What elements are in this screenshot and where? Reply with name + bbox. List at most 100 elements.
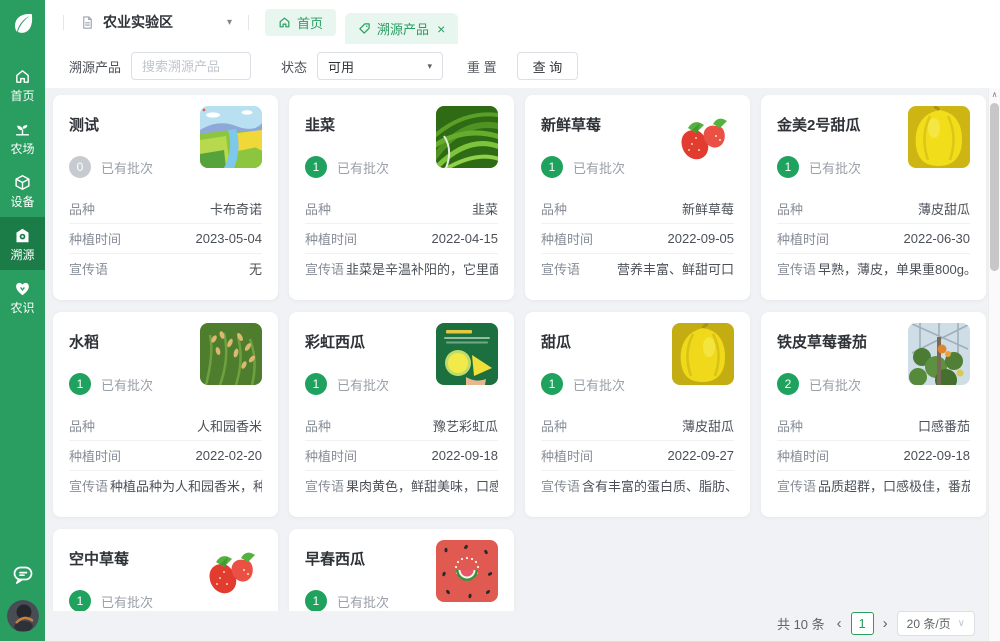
product-title: 水稻 [69,326,209,352]
batch-count-badge: 1 [541,156,563,178]
batch-label: 已有批次 [101,592,153,611]
divider [248,15,249,30]
batch-label: 已有批次 [101,375,153,394]
prev-page-button[interactable]: ‹ [837,616,842,631]
org-document-icon [80,15,95,30]
sidebar-item-knowledge[interactable]: 农识 [0,270,45,323]
field-value: 2022-09-18 [432,448,499,463]
product-image-rainbow-watermelon-poster [436,323,498,385]
card-field-row: 宣传语 营养丰富、鲜甜可口 [541,253,734,283]
field-value: 口感番茄 [918,416,970,435]
chevron-down-icon: ▾ [181,17,232,28]
product-card[interactable]: 水稻 1 已有批次 品种 人和园香米 种植时间 2022-02-20 宣传语 种… [53,312,278,517]
product-title: 铁皮草莓番茄 [777,326,917,352]
field-value: 2022-06-30 [904,231,971,246]
card-field-row: 品种 卡布奇诺 [69,193,262,223]
user-avatar[interactable] [7,600,39,632]
batch-count-badge: 0 [69,156,91,178]
page-size-select[interactable]: 20 条/页 ∨ [897,611,975,636]
field-label: 宣传语 [69,259,108,278]
product-image-melon-photo [672,323,734,385]
current-page-button[interactable]: 1 [851,612,874,635]
filter-bar: 溯源产品 状态 可用 ▾ 重 置 查 询 [45,44,1000,88]
field-value: 韭菜是辛温补阳的，它里面含有微... [346,259,498,278]
divider [63,15,64,30]
field-value: 种植品种为人和园香米，种植品类... [110,476,262,495]
page-size-value: 20 条/页 [907,615,951,632]
field-value: 2022-09-27 [668,448,735,463]
field-label: 品种 [69,199,95,218]
sidebar-item-trace[interactable]: 溯源 [0,217,45,270]
product-card[interactable]: 早春西瓜 1 已有批次 [289,529,514,611]
field-label: 品种 [305,199,331,218]
next-page-button[interactable]: › [883,616,888,631]
top-bar: 农业实验区 ▾ 首页 溯源产品 × [45,0,1000,44]
product-card[interactable]: 测试 0 已有批次 品种 卡布奇诺 种植时间 2023-05-04 宣传语 无 [53,95,278,300]
product-card[interactable]: 彩虹西瓜 1 已有批次 品种 豫艺彩虹瓜 种植时间 2022-09-18 宣传语… [289,312,514,517]
batch-label: 已有批次 [809,158,861,177]
field-value: 卡布奇诺 [210,199,262,218]
tab-trace-products[interactable]: 溯源产品 × [345,13,458,44]
card-field-row: 品种 韭菜 [305,193,498,223]
product-filter-label: 溯源产品 [69,57,121,76]
sidebar-item-farm[interactable]: 农场 [0,111,45,164]
tab-home[interactable]: 首页 [265,9,336,36]
field-label: 种植时间 [69,446,121,465]
batch-label: 已有批次 [573,375,625,394]
org-selector[interactable]: 农业实验区 ▾ [74,12,238,32]
field-label: 种植时间 [541,446,593,465]
batch-label: 已有批次 [809,375,861,394]
tab-bar: 首页 溯源产品 × [265,0,458,44]
field-label: 宣传语 [541,259,580,278]
search-input[interactable] [131,52,251,80]
product-card[interactable]: 甜瓜 1 已有批次 品种 薄皮甜瓜 种植时间 2022-09-27 宣传语 含有… [525,312,750,517]
card-field-row: 品种 口感番茄 [777,410,970,440]
scrollbar-thumb[interactable] [990,103,999,271]
field-value: 2023-05-04 [196,231,263,246]
batch-count-badge: 1 [305,156,327,178]
card-fields: 品种 薄皮甜瓜 种植时间 2022-06-30 宣传语 早熟，薄皮，单果重800… [777,193,970,283]
product-card[interactable]: 空中草莓 1 已有批次 [53,529,278,611]
app-root: 首页 农场 设备 溯源 农识 农业实验区 ▾ [0,0,1000,642]
product-title: 空中草莓 [69,543,209,569]
field-label: 品种 [777,199,803,218]
sidebar-item-home[interactable]: 首页 [0,58,45,111]
card-fields: 品种 人和园香米 种植时间 2022-02-20 宣传语 种植品种为人和园香米，… [69,410,262,500]
product-card[interactable]: 新鲜草莓 1 已有批次 品种 新鲜草莓 种植时间 2022-09-05 宣传语 … [525,95,750,300]
tab-label: 溯源产品 [377,19,429,38]
pagination-bar: 共 10 条 ‹ 1 › 20 条/页 ∨ [45,611,988,641]
leaf-logo-icon [0,0,45,45]
field-value: 品质超群，口感极佳，番茄味道浓... [818,476,970,495]
card-field-row: 种植时间 2023-05-04 [69,223,262,253]
product-title: 测试 [69,109,209,135]
field-label: 种植时间 [777,446,829,465]
query-button[interactable]: 查 询 [517,52,579,80]
status-filter-label: 状态 [281,57,307,76]
chat-bubble-icon[interactable] [11,563,35,587]
sidebar-bottom [0,563,45,632]
field-label: 品种 [777,416,803,435]
product-card[interactable]: 铁皮草莓番茄 2 已有批次 品种 口感番茄 种植时间 2022-09-18 宣传… [761,312,986,517]
card-field-row: 宣传语 早熟，薄皮，单果重800g。果皮流... [777,253,970,283]
batch-count-badge: 1 [541,373,563,395]
product-title: 彩虹西瓜 [305,326,445,352]
content-area: 农业实验区 ▾ 首页 溯源产品 × 溯源产品 状态 可用 ▾ 重 置 查 询 测… [45,0,1000,641]
card-field-row: 种植时间 2022-09-27 [541,440,734,470]
status-select[interactable]: 可用 ▾ [317,52,443,80]
product-card[interactable]: 金美2号甜瓜 1 已有批次 品种 薄皮甜瓜 种植时间 2022-06-30 宣传… [761,95,986,300]
card-field-row: 品种 薄皮甜瓜 [777,193,970,223]
card-field-row: 种植时间 2022-02-20 [69,440,262,470]
batch-label: 已有批次 [101,158,153,177]
tab-tag-icon [358,22,371,35]
scroll-up-arrow[interactable]: ∧ [989,88,1000,101]
product-card[interactable]: 韭菜 1 已有批次 品种 韭菜 种植时间 2022-04-15 宣传语 韭菜是辛… [289,95,514,300]
field-value: 2022-09-18 [904,448,971,463]
close-icon[interactable]: × [437,22,445,36]
product-image-rice-plants-photo [200,323,262,385]
reset-button[interactable]: 重 置 [461,56,503,77]
field-label: 宣传语 [305,476,344,495]
batch-count-badge: 1 [305,373,327,395]
sidebar-item-device[interactable]: 设备 [0,164,45,217]
field-label: 种植时间 [305,229,357,248]
card-field-row: 种植时间 2022-09-18 [777,440,970,470]
